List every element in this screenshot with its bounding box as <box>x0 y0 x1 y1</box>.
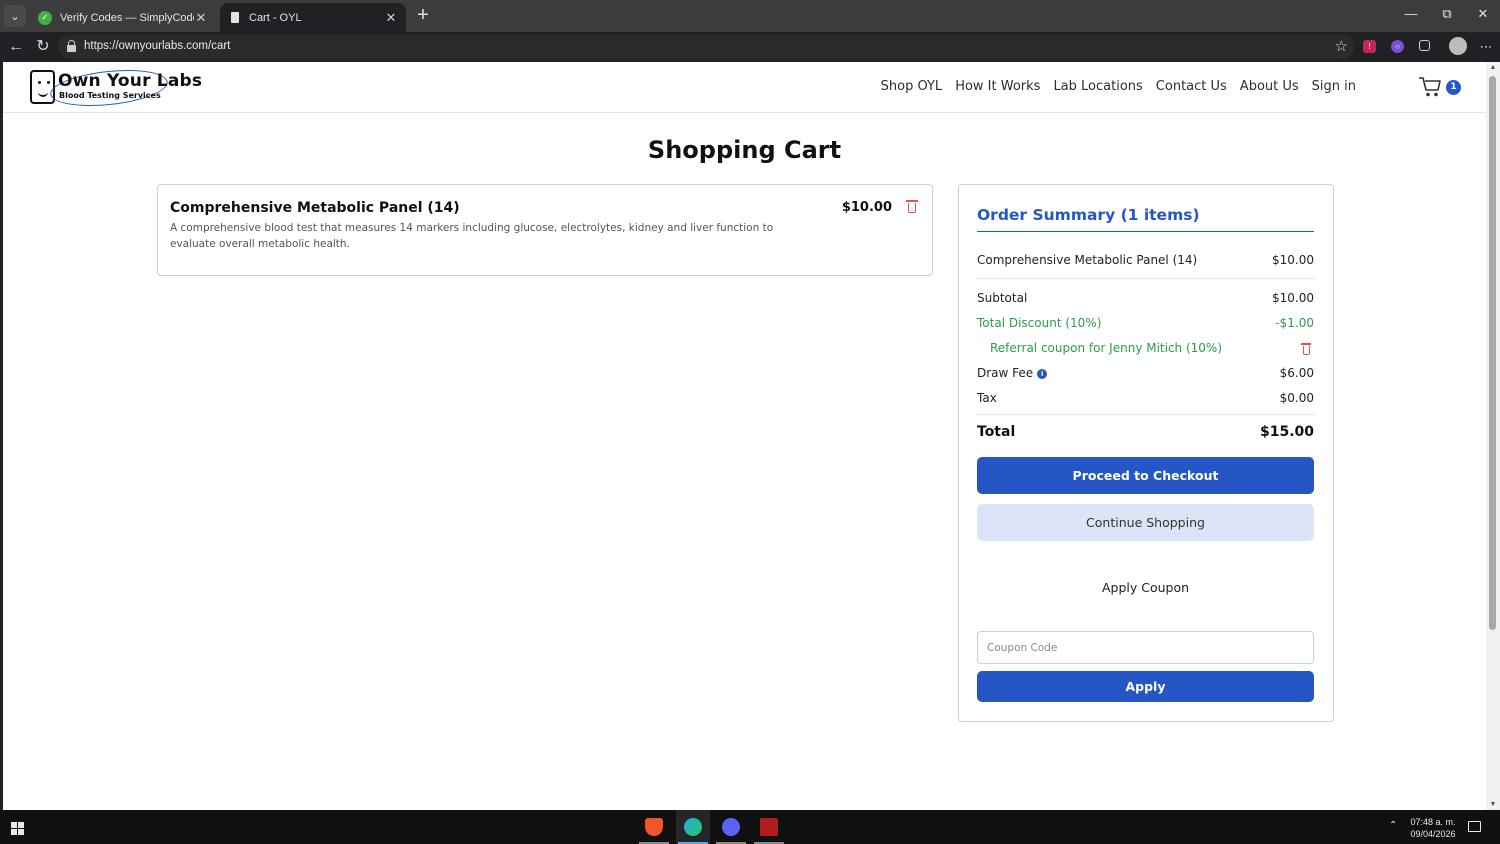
tab-title: Verify Codes — SimplyCodes <box>60 11 194 24</box>
total-value: $15.00 <box>1259 424 1314 440</box>
cart-item-price: $10.00 <box>841 200 892 215</box>
total-row: Total $15.00 <box>977 424 1314 440</box>
coupon-row: Referral coupon for Jenny Mitich (10%) <box>990 341 1314 355</box>
line-item-name: Comprehensive Metabolic Panel (14) <box>977 253 1198 267</box>
scrollbar-thumb[interactable] <box>1489 76 1496 630</box>
site-logo[interactable]: Own Your Labs Blood Testing Services <box>30 64 202 112</box>
divider <box>977 278 1314 279</box>
continue-shopping-button[interactable]: Continue Shopping <box>977 504 1314 541</box>
taskbar-discord[interactable] <box>714 810 748 844</box>
scroll-down-arrow-icon[interactable]: ▼ <box>1486 801 1500 808</box>
line-item-price: $10.00 <box>1272 253 1314 267</box>
cart-count-badge[interactable]: 1 <box>1446 80 1461 95</box>
nav-contact-us[interactable]: Contact Us <box>1156 79 1227 94</box>
close-tab-icon[interactable]: ✕ <box>194 10 208 26</box>
subtotal-value: $10.00 <box>1272 291 1314 305</box>
profile-avatar-icon[interactable] <box>1449 37 1467 55</box>
logo-name: Own Your Labs <box>58 71 203 91</box>
address-bar[interactable]: https://ownyourlabs.com/cart ☆ <box>58 35 1354 59</box>
discount-value: -$1.00 <box>1275 316 1314 330</box>
taskbar-edge[interactable] <box>676 810 710 844</box>
nav-how-it-works[interactable]: How It Works <box>955 79 1040 94</box>
page-title: Shopping Cart <box>647 136 842 164</box>
lock-icon[interactable] <box>67 40 76 52</box>
cart-item-card: Comprehensive Metabolic Panel (14) A com… <box>157 184 933 276</box>
taskbar-brave[interactable] <box>637 810 671 844</box>
extension-icon[interactable]: ○ <box>1391 40 1404 53</box>
web-page: Own Your Labs Blood Testing Services Sho… <box>3 62 1486 810</box>
restore-icon[interactable]: ⧉ <box>1432 6 1462 22</box>
url-text[interactable]: https://ownyourlabs.com/cart <box>84 40 230 52</box>
cart-item-name: Comprehensive Metabolic Panel (14) <box>170 200 460 216</box>
logo-face-icon <box>30 70 55 104</box>
discount-row: Total Discount (10%) -$1.00 <box>977 316 1314 330</box>
bookmark-star-icon[interactable]: ☆ <box>1335 37 1348 55</box>
browser-tab-strip: ⌄ ✓ Verify Codes — SimplyCodes ✕ Cart - … <box>0 0 1500 32</box>
nav-lab-locations[interactable]: Lab Locations <box>1053 79 1142 94</box>
windows-taskbar: ⌃ 07:48 a. m. 09/04/2026 <box>0 810 1500 844</box>
draw-fee-value: $6.00 <box>1279 366 1314 380</box>
draw-fee-label: Draw Fee <box>977 366 1034 380</box>
page-favicon-icon <box>231 12 239 23</box>
order-summary-heading: Order Summary (1 items) <box>977 206 1314 232</box>
windows-start-icon[interactable] <box>11 822 24 835</box>
coupon-code-input[interactable] <box>977 631 1314 664</box>
taskbar-voicemeeter[interactable] <box>752 810 786 844</box>
summary-line-item: Comprehensive Metabolic Panel (14) $10.0… <box>977 253 1314 267</box>
site-header: Own Your Labs Blood Testing Services Sho… <box>3 62 1486 113</box>
browser-menu-icon[interactable]: ⋯ <box>1476 38 1496 56</box>
total-label: Total <box>977 424 1016 440</box>
checkmark-icon: ✓ <box>38 10 52 25</box>
nav-shop-oyl[interactable]: Shop OYL <box>881 79 943 94</box>
clock-time: 07:48 a. m. <box>1410 817 1456 827</box>
edge-browser-icon <box>684 818 702 836</box>
page-scrollbar[interactable]: ▲ ▼ <box>1486 62 1500 810</box>
logo-tagline: Blood Testing Services <box>59 91 161 100</box>
proceed-to-checkout-button[interactable]: Proceed to Checkout <box>977 457 1314 494</box>
subtotal-row: Subtotal $10.00 <box>977 291 1314 305</box>
shopping-cart-icon[interactable] <box>1418 76 1442 98</box>
cart-item-description: A comprehensive blood test that measures… <box>170 222 774 250</box>
voicemeeter-icon <box>760 818 778 836</box>
coupon-label: Referral coupon for Jenny Mitich (10%) <box>990 341 1223 355</box>
info-icon[interactable]: i <box>1037 369 1048 379</box>
new-tab-button[interactable]: + <box>412 4 434 26</box>
notifications-icon[interactable] <box>1468 821 1481 832</box>
discord-icon <box>722 818 740 836</box>
brave-browser-icon <box>645 818 663 836</box>
discount-label: Total Discount (10%) <box>977 316 1102 330</box>
browser-tab-cart[interactable]: Cart - OYL ✕ <box>220 3 406 32</box>
tab-title: Cart - OYL <box>249 11 302 24</box>
remove-coupon-trash-icon[interactable] <box>1301 342 1311 355</box>
apply-coupon-button[interactable]: Apply <box>977 671 1314 702</box>
main-nav: Shop OYL How It Works Lab Locations Cont… <box>881 79 1356 94</box>
minimize-icon[interactable]: — <box>1396 6 1426 21</box>
extension-icon[interactable]: ! <box>1363 40 1376 53</box>
nav-about-us[interactable]: About Us <box>1240 79 1299 94</box>
show-hidden-icons-chevron-icon[interactable]: ⌃ <box>1389 820 1397 831</box>
browser-toolbar: ← ↻ https://ownyourlabs.com/cart ☆ ! ○ ⋯ <box>0 32 1500 62</box>
nav-sign-in[interactable]: Sign in <box>1312 79 1356 94</box>
clock-date: 09/04/2026 <box>1410 829 1456 839</box>
close-window-icon[interactable]: ✕ <box>1468 6 1498 22</box>
extensions-puzzle-icon[interactable] <box>1419 40 1430 51</box>
subtotal-label: Subtotal <box>977 291 1028 305</box>
browser-tab-simplycodes[interactable]: ✓ Verify Codes — SimplyCodes ✕ <box>30 3 216 32</box>
apply-coupon-heading: Apply Coupon <box>1101 580 1190 595</box>
close-tab-icon[interactable]: ✕ <box>384 10 398 26</box>
system-clock[interactable]: 07:48 a. m. 09/04/2026 <box>1404 816 1462 840</box>
tab-search-button[interactable]: ⌄ <box>4 5 26 27</box>
scroll-up-arrow-icon[interactable]: ▲ <box>1486 64 1500 71</box>
trash-icon[interactable] <box>906 199 918 213</box>
tax-row: Tax $0.00 <box>977 391 1314 405</box>
divider <box>977 414 1314 415</box>
tax-value: $0.00 <box>1279 391 1314 405</box>
tax-label: Tax <box>977 391 997 405</box>
reload-icon[interactable]: ↻ <box>33 38 53 56</box>
draw-fee-row: Draw Fee i $6.00 <box>977 366 1314 380</box>
order-summary-panel: Order Summary (1 items) Comprehensive Me… <box>958 184 1334 722</box>
back-arrow-icon[interactable]: ← <box>6 38 26 56</box>
